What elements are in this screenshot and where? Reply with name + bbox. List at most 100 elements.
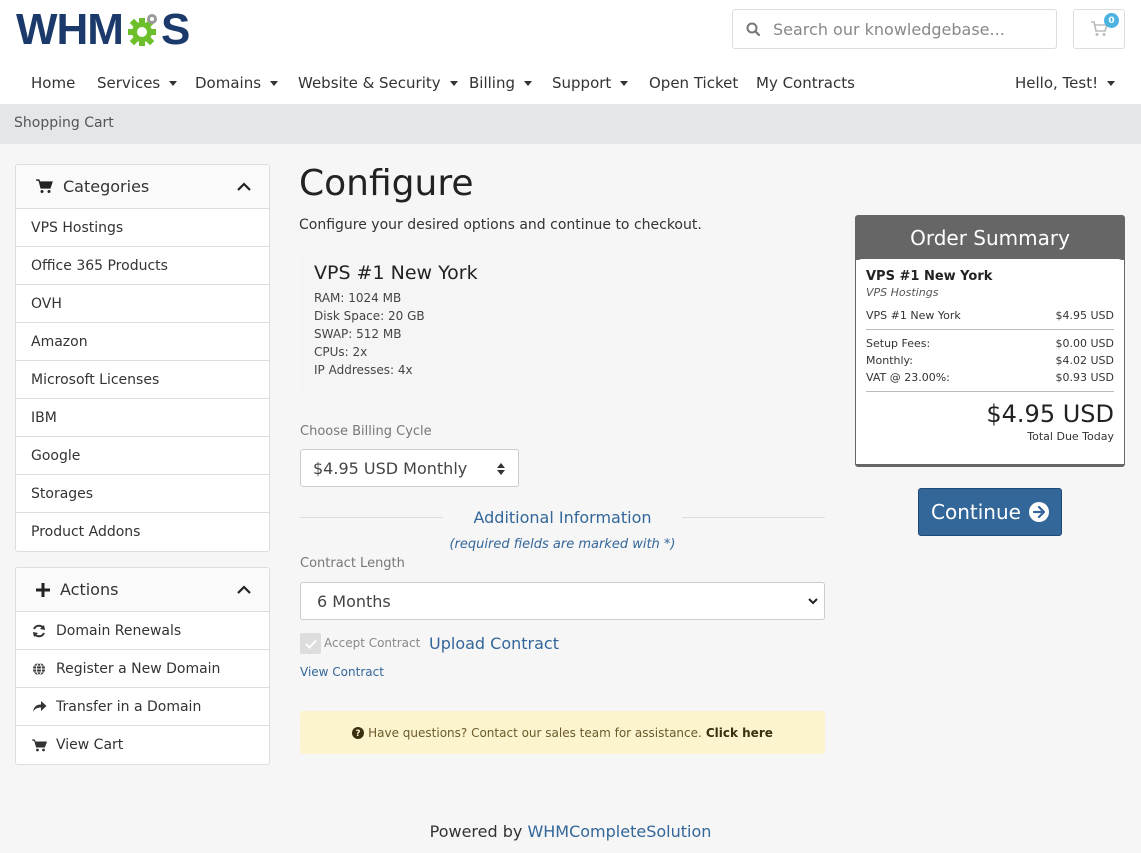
category-item[interactable]: VPS Hostings <box>16 209 269 247</box>
continue-label: Continue <box>931 500 1021 524</box>
product-spec: SWAP: 512 MB <box>314 327 402 341</box>
summary-row-vat: VAT @ 23.00%: $0.93 USD <box>866 371 1114 384</box>
cart-button[interactable]: 0 <box>1073 9 1125 49</box>
cart-count-badge: 0 <box>1104 13 1119 28</box>
summary-total: $4.95 USD <box>986 400 1114 428</box>
globe-icon <box>31 662 47 676</box>
category-item[interactable]: Office 365 Products <box>16 247 269 285</box>
actions-title: Actions <box>60 580 119 599</box>
contract-length-label: Contract Length <box>300 556 405 571</box>
nav-website-security[interactable]: Website & Security <box>298 74 458 92</box>
product-spec: CPUs: 2x <box>314 345 368 359</box>
action-domain-renewals[interactable]: Domain Renewals <box>16 612 269 650</box>
summary-total-label: Total Due Today <box>1027 430 1114 443</box>
gear-icon <box>127 14 157 46</box>
caret-down-icon <box>449 80 458 86</box>
site-footer: Powered by WHMCompleteSolution <box>0 822 1141 841</box>
caret-down-icon <box>270 80 279 86</box>
footer-prefix: Powered by <box>429 822 523 841</box>
billing-cycle-label: Choose Billing Cycle <box>300 424 432 439</box>
summary-product-name: VPS #1 New York <box>866 269 993 284</box>
category-item[interactable]: Product Addons <box>16 513 269 551</box>
contract-length-value: 6 Months <box>317 591 391 611</box>
breadcrumb-bar: Shopping Cart <box>0 104 1141 144</box>
help-text: Have questions? Contact our sales team f… <box>368 725 702 740</box>
breadcrumb: Shopping Cart <box>14 115 114 131</box>
site-header: WHM S Search our knowledgebase... 0 Home… <box>0 0 1141 104</box>
category-item[interactable]: IBM <box>16 399 269 437</box>
billing-cycle-value: $4.95 USD Monthly <box>313 458 468 478</box>
order-summary-body: VPS #1 New York VPS Hostings VPS #1 New … <box>856 259 1124 464</box>
product-name: VPS #1 New York <box>314 262 478 284</box>
category-item[interactable]: Amazon <box>16 323 269 361</box>
chevron-up-icon[interactable] <box>237 585 251 594</box>
order-summary-title: Order Summary <box>856 216 1124 260</box>
refresh-icon <box>31 624 47 638</box>
arrow-circle-right-icon <box>1028 502 1049 522</box>
accept-contract-label: Accept Contract <box>324 636 421 650</box>
search-input[interactable] <box>773 19 1043 39</box>
checkmark-icon <box>304 639 317 649</box>
actions-panel: Actions Domain Renewals Register a New D… <box>15 567 270 765</box>
category-item[interactable]: OVH <box>16 285 269 323</box>
summary-divider <box>866 329 1114 330</box>
whmcs-logo[interactable]: WHM S <box>16 5 190 54</box>
nav-billing[interactable]: Billing <box>469 74 532 92</box>
summary-line-item: VPS #1 New York $4.95 USD <box>866 309 1114 322</box>
summary-row-monthly: Monthly: $4.02 USD <box>866 354 1114 367</box>
contact-sales-link[interactable]: Click here <box>706 726 773 740</box>
caret-down-icon <box>169 80 178 86</box>
svg-text:?: ? <box>356 729 361 739</box>
accept-contract-checkbox[interactable] <box>300 633 321 654</box>
categories-title: Categories <box>63 177 150 196</box>
sort-arrows-icon <box>497 463 505 475</box>
nav-home[interactable]: Home <box>31 74 75 92</box>
nav-user-menu[interactable]: Hello, Test! <box>1015 74 1116 92</box>
sales-help-alert: ? Have questions? Contact our sales team… <box>300 711 825 754</box>
nav-services[interactable]: Services <box>97 74 178 92</box>
question-circle-icon: ? <box>352 726 365 739</box>
search-icon <box>733 22 773 36</box>
caret-down-icon <box>620 80 629 86</box>
cart-icon <box>36 179 53 193</box>
logo-text-left: WHM <box>16 5 124 54</box>
continue-button[interactable]: Continue <box>918 488 1062 536</box>
caret-down-icon <box>524 80 532 86</box>
action-transfer-domain[interactable]: Transfer in a Domain <box>16 688 269 726</box>
required-fields-note: (required fields are marked with *) <box>449 537 676 552</box>
chevron-down-icon <box>808 598 818 605</box>
share-icon <box>31 700 47 713</box>
footer-link[interactable]: WHMCompleteSolution <box>527 822 711 841</box>
view-contract-link[interactable]: View Contract <box>300 665 384 679</box>
nav-open-ticket[interactable]: Open Ticket <box>649 74 738 92</box>
nav-my-contracts[interactable]: My Contracts <box>756 74 855 92</box>
upload-contract-link[interactable]: Upload Contract <box>429 634 559 653</box>
nav-support[interactable]: Support <box>552 74 629 92</box>
knowledgebase-search[interactable] <box>732 9 1057 49</box>
action-register-domain[interactable]: Register a New Domain <box>16 650 269 688</box>
actions-header[interactable]: Actions <box>16 568 269 612</box>
categories-header[interactable]: Categories <box>16 165 269 209</box>
additional-info-title: Additional Information <box>473 508 652 527</box>
product-spec: RAM: 1024 MB <box>314 291 402 305</box>
category-item[interactable]: Microsoft Licenses <box>16 361 269 399</box>
summary-divider <box>866 391 1114 392</box>
page-title: Configure <box>299 163 474 204</box>
caret-down-icon <box>1107 80 1116 86</box>
billing-cycle-select[interactable]: $4.95 USD Monthly <box>300 449 519 487</box>
summary-product-category: VPS Hostings <box>866 286 939 299</box>
action-view-cart[interactable]: View Cart <box>16 726 269 764</box>
main-nav: Home Services Domains Website & Security… <box>0 64 1141 104</box>
nav-domains[interactable]: Domains <box>195 74 279 92</box>
page-description: Configure your desired options and conti… <box>299 217 702 233</box>
chevron-up-icon[interactable] <box>237 182 251 191</box>
category-item[interactable]: Google <box>16 437 269 475</box>
product-spec: IP Addresses: 4x <box>314 363 413 377</box>
additional-info-divider: Additional Information <box>300 508 825 528</box>
category-item[interactable]: Storages <box>16 475 269 513</box>
product-details: VPS #1 New York RAM: 1024 MB Disk Space:… <box>300 253 825 399</box>
plus-icon <box>36 582 50 597</box>
order-summary: Order Summary VPS #1 New York VPS Hostin… <box>855 215 1125 467</box>
product-spec: Disk Space: 20 GB <box>314 309 425 323</box>
contract-length-select[interactable]: 6 Months <box>300 582 825 620</box>
